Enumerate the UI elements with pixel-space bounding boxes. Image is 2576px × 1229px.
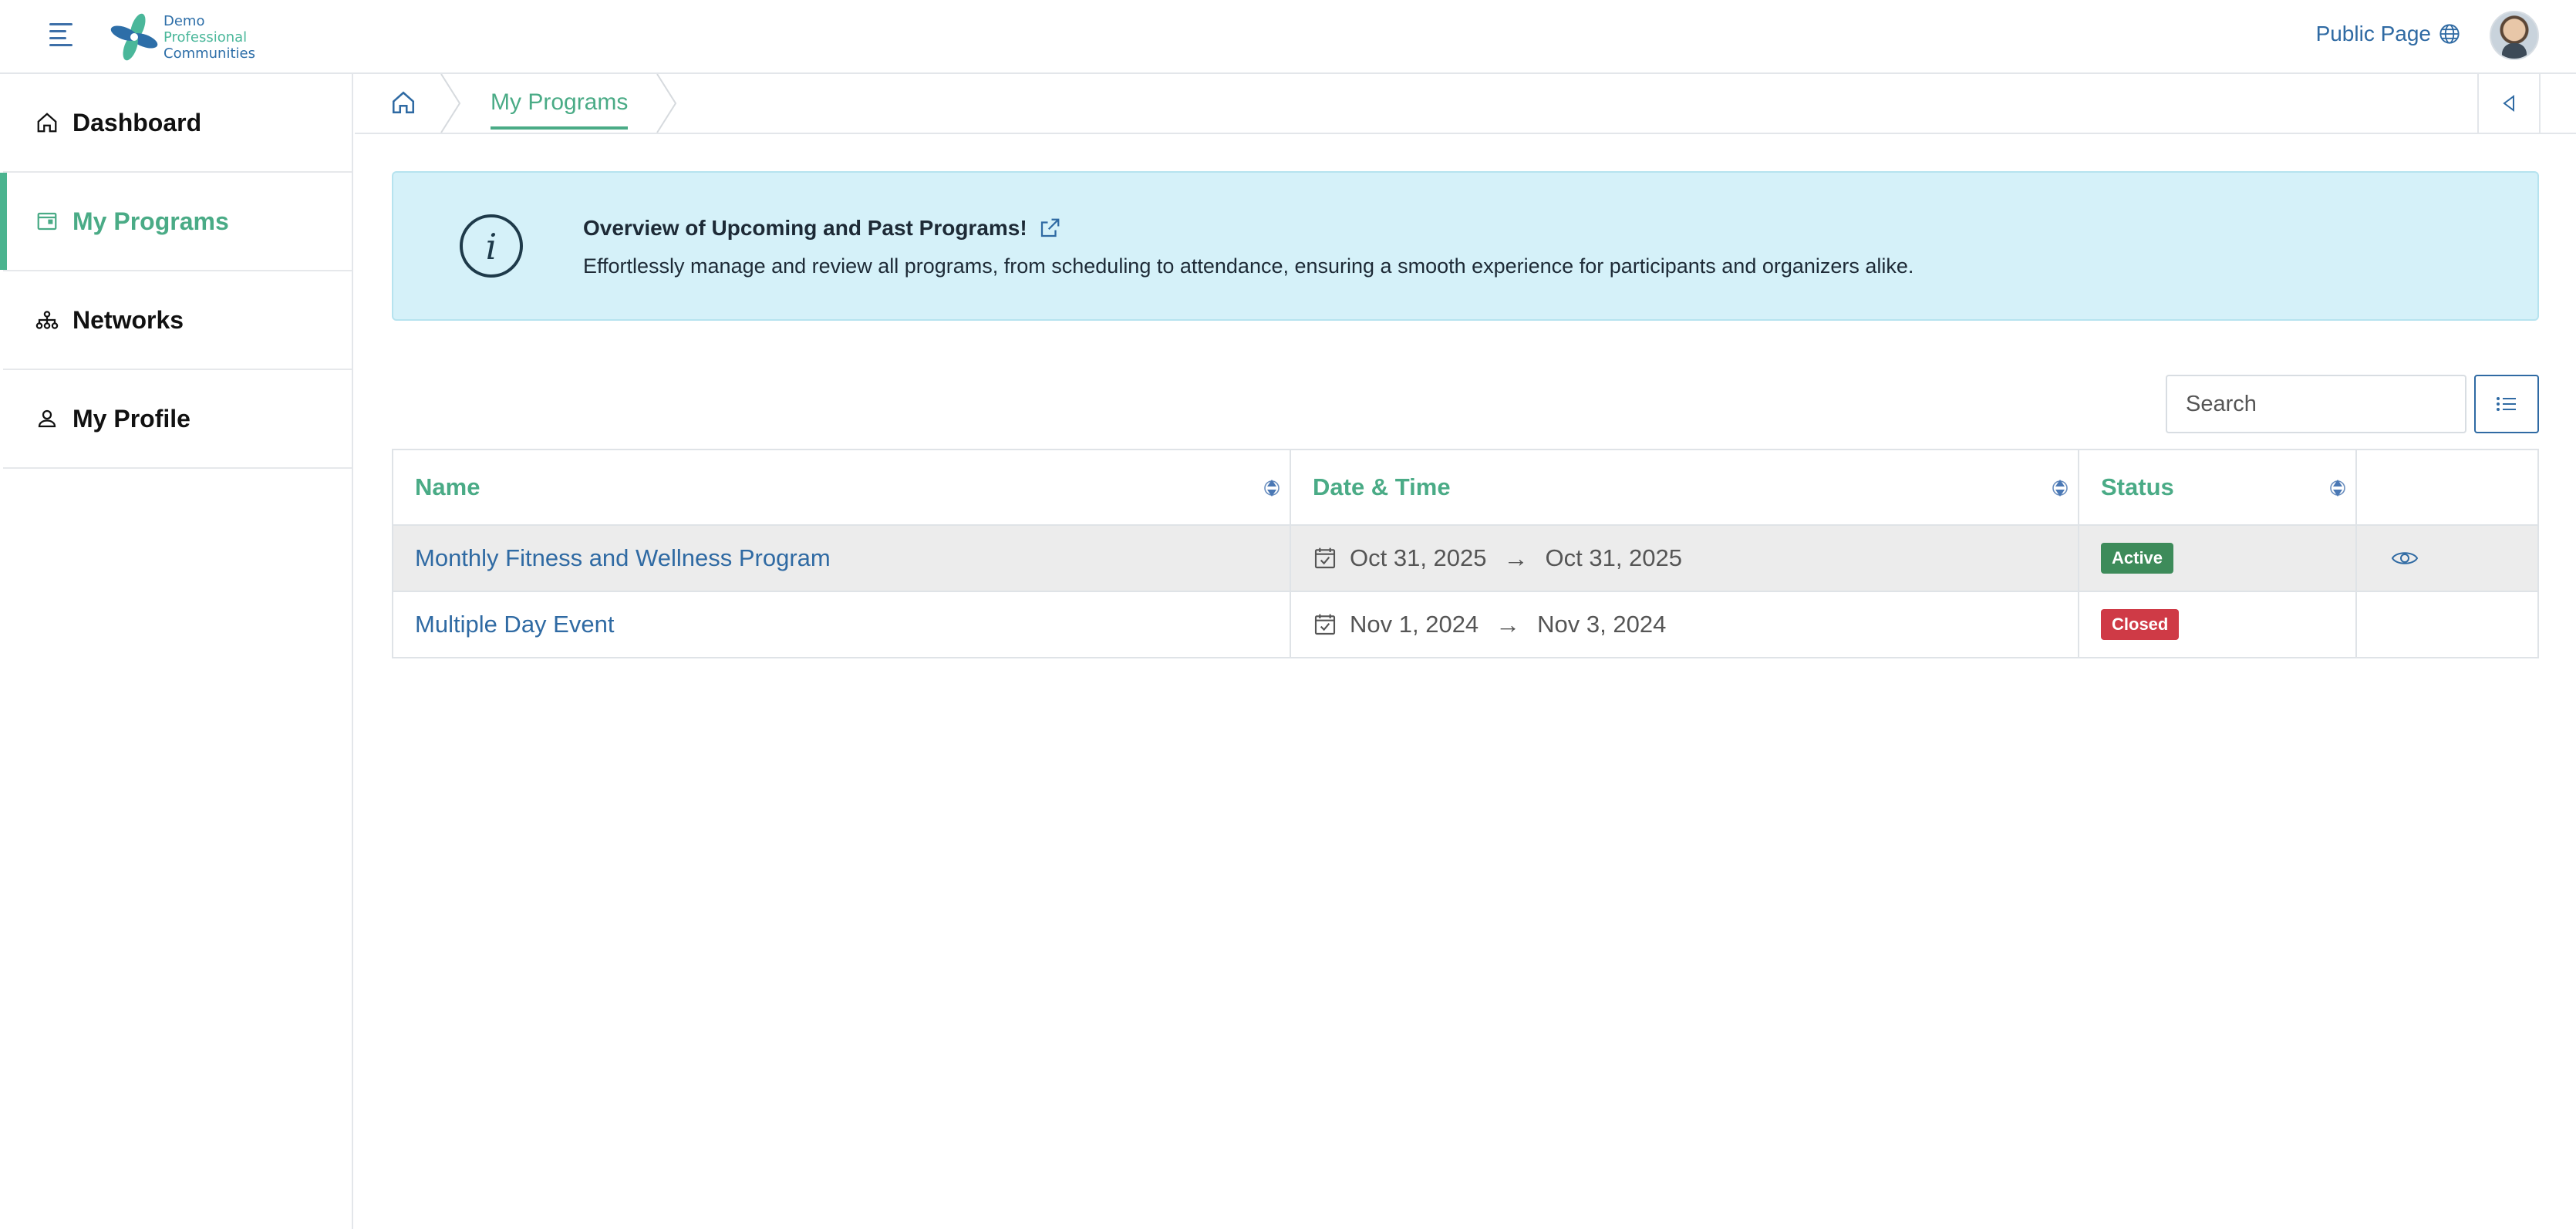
column-header-actions [2357, 450, 2537, 524]
svg-text:i: i [486, 226, 497, 268]
column-header-label: Status [2101, 473, 2174, 500]
breadcrumb-current[interactable]: My Programs [491, 89, 629, 130]
chevron-separator-icon [440, 74, 461, 133]
hamburger-menu-icon[interactable] [49, 23, 72, 46]
date-range: Oct 31, 2025 → Oct 31, 2025 [1313, 544, 1682, 573]
logo[interactable]: Demo Professional Communities [108, 8, 255, 66]
caret-left-icon [2503, 95, 2514, 112]
column-header-status[interactable]: Status [2079, 450, 2357, 524]
sidebar-item-label: My Profile [72, 404, 191, 433]
search-input[interactable] [2166, 375, 2466, 433]
table-row[interactable]: Multiple Day Event Nov 1, 2024 → Nov 3, … [393, 592, 2537, 657]
sidebar-item-label: Networks [72, 305, 184, 334]
public-page-link[interactable]: Public Page [2316, 22, 2460, 46]
public-page-label: Public Page [2315, 22, 2431, 45]
collapse-panel-button[interactable] [2477, 74, 2541, 133]
sort-icon[interactable] [1263, 475, 1280, 501]
logo-text: Demo Professional Communities [164, 13, 255, 62]
external-link-icon[interactable] [1038, 217, 1061, 240]
home-icon[interactable] [390, 89, 416, 116]
avatar[interactable] [2490, 11, 2539, 60]
logo-mark-icon [110, 13, 158, 61]
actions-cell [2357, 592, 2537, 657]
calendar-icon [34, 208, 60, 234]
banner-title-text: Overview of Upcoming and Past Programs! [583, 216, 1027, 240]
arrow-right-icon: → [1503, 544, 1529, 572]
program-name-link[interactable]: Multiple Day Event [415, 611, 614, 638]
chevron-separator-icon [656, 74, 677, 133]
sort-icon[interactable] [2052, 475, 2069, 501]
eye-icon[interactable] [2391, 547, 2419, 569]
home-icon [34, 109, 60, 136]
sidebar: Dashboard My Programs Networks My Profil… [0, 74, 353, 1229]
sort-icon[interactable] [2329, 475, 2346, 501]
info-banner: i Overview of Upcoming and Past Programs… [392, 171, 2539, 321]
sidebar-item-networks[interactable]: Networks [3, 271, 352, 370]
banner-description: Effortlessly manage and review all progr… [583, 254, 1914, 278]
info-icon: i [460, 214, 523, 278]
column-header-name[interactable]: Name [393, 450, 1291, 524]
network-icon [34, 307, 60, 333]
calendar-check-icon [1314, 547, 1336, 569]
user-icon [34, 406, 60, 432]
sidebar-item-my-profile[interactable]: My Profile [3, 370, 352, 469]
start-date: Oct 31, 2025 [1350, 544, 1487, 571]
table-header-row: Name Date & Time Status [393, 450, 2537, 526]
end-date: Oct 31, 2025 [1545, 544, 1683, 571]
status-cell: Active [2079, 526, 2357, 591]
start-date: Nov 1, 2024 [1350, 611, 1479, 638]
column-header-label: Date & Time [1313, 473, 1451, 500]
column-header-date-time[interactable]: Date & Time [1291, 450, 2079, 524]
arrow-right-icon: → [1495, 610, 1521, 638]
end-date: Nov 3, 2024 [1537, 611, 1667, 638]
list-icon [2497, 397, 2516, 411]
date-time-cell: Nov 1, 2024 → Nov 3, 2024 [1291, 592, 2079, 657]
sidebar-item-label: Dashboard [72, 108, 202, 136]
date-time-cell: Oct 31, 2025 → Oct 31, 2025 [1291, 526, 2079, 591]
logo-line-2: Professional [164, 29, 248, 45]
actions-cell [2357, 526, 2537, 591]
programs-table: Name Date & Time Status Monthly Fitness … [392, 449, 2539, 658]
logo-line-3: Communities [164, 45, 255, 62]
sidebar-item-label: My Programs [72, 207, 229, 235]
sidebar-item-dashboard[interactable]: Dashboard [3, 74, 352, 173]
column-toggle-button[interactable] [2474, 375, 2539, 433]
breadcrumb: My Programs [355, 74, 2576, 134]
status-cell: Closed [2079, 592, 2357, 657]
status-badge: Closed [2101, 609, 2180, 640]
sidebar-item-my-programs[interactable]: My Programs [0, 173, 352, 271]
logo-line-1: Demo [164, 12, 205, 29]
name-cell: Monthly Fitness and Wellness Program [393, 526, 1291, 591]
status-badge: Active [2101, 543, 2174, 574]
column-header-label: Name [415, 473, 480, 500]
calendar-check-icon [1314, 614, 1336, 635]
top-bar: Demo Professional Communities Public Pag… [0, 0, 2576, 74]
date-range: Nov 1, 2024 → Nov 3, 2024 [1313, 611, 1666, 639]
table-row[interactable]: Monthly Fitness and Wellness Program Oct… [393, 526, 2537, 592]
name-cell: Multiple Day Event [393, 592, 1291, 657]
banner-title: Overview of Upcoming and Past Programs! [583, 216, 1061, 241]
program-name-link[interactable]: Monthly Fitness and Wellness Program [415, 544, 831, 572]
globe-icon [2439, 24, 2460, 44]
